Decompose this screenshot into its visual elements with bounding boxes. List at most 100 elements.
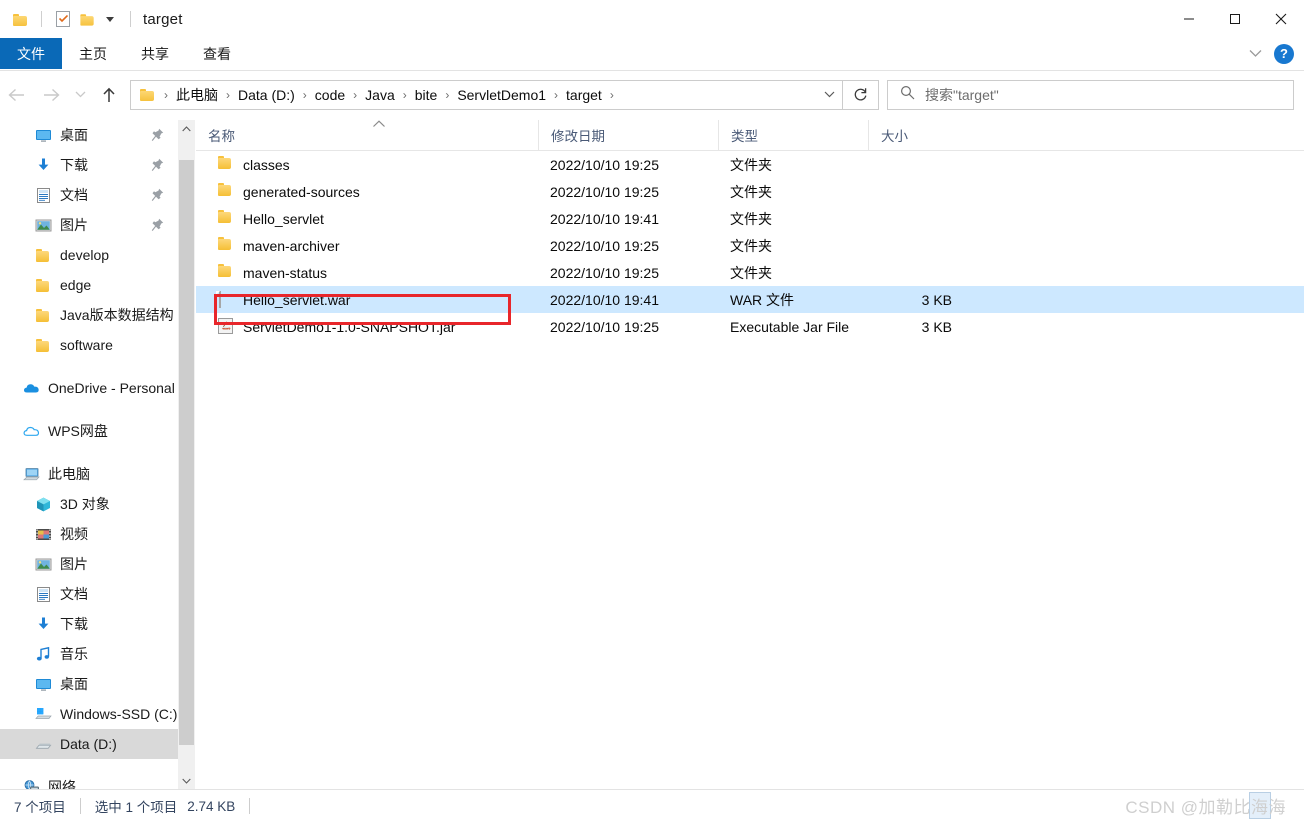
- desktop-icon: [34, 675, 52, 693]
- quick-access-toolbar: target: [0, 7, 183, 31]
- sidebar-item-onedrive-personal[interactable]: OneDrive - Personal: [0, 373, 178, 403]
- column-header-name[interactable]: 名称: [196, 120, 538, 151]
- address-dropdown-icon[interactable]: [816, 91, 842, 98]
- sidebar-item-音乐[interactable]: 音乐: [0, 639, 178, 669]
- breadcrumb-item-servletdemo1[interactable]: ServletDemo1: [453, 85, 550, 105]
- breadcrumb-separator-3[interactable]: ›: [349, 88, 361, 102]
- folder-icon[interactable]: [8, 7, 32, 31]
- title-bar: target: [0, 0, 1304, 38]
- table-row[interactable]: Hello_servlet.war 2022/10/10 19:41 WAR 文件 3…: [196, 286, 1304, 313]
- sidebar-item-此电脑[interactable]: 此电脑: [0, 459, 178, 489]
- table-row[interactable]: maven-archiver 2022/10/10 19:25 文件夹: [196, 232, 1304, 259]
- pin-icon[interactable]: [151, 128, 164, 142]
- recent-locations-chevron-icon[interactable]: [68, 78, 92, 112]
- table-row[interactable]: maven-status 2022/10/10 19:25 文件夹: [196, 259, 1304, 286]
- pin-icon[interactable]: [151, 218, 164, 232]
- sidebar-item-windows-ssd-c[interactable]: Windows-SSD (C:): [0, 699, 178, 729]
- table-row[interactable]: generated-sources 2022/10/10 19:25 文件夹: [196, 178, 1304, 205]
- sidebar-item-桌面[interactable]: 桌面: [0, 120, 178, 150]
- wps-cloud-icon: [22, 422, 40, 440]
- breadcrumb-item-java[interactable]: Java: [361, 85, 399, 105]
- pin-icon[interactable]: [151, 188, 164, 202]
- table-row[interactable]: classes 2022/10/10 19:25 文件夹: [196, 151, 1304, 178]
- breadcrumb-item-target[interactable]: target: [562, 85, 606, 105]
- breadcrumb-item-data-d[interactable]: Data (D:): [234, 85, 299, 105]
- breadcrumb-separator-6[interactable]: ›: [550, 88, 562, 102]
- tab-file[interactable]: 文件: [0, 38, 62, 69]
- breadcrumb-separator-1[interactable]: ›: [222, 88, 234, 102]
- sidebar-item-develop[interactable]: develop: [0, 240, 178, 270]
- sidebar-item-data-d[interactable]: Data (D:): [0, 729, 178, 759]
- maximize-button[interactable]: [1212, 0, 1258, 38]
- sidebar-item-网络[interactable]: 网络: [0, 772, 178, 790]
- minimize-button[interactable]: [1166, 0, 1212, 38]
- sidebar-item-edge[interactable]: edge: [0, 270, 178, 300]
- scroll-down-arrow-icon[interactable]: [178, 772, 195, 790]
- sidebar-scrollbar[interactable]: [178, 120, 195, 790]
- tab-view[interactable]: 查看: [186, 38, 248, 69]
- watermark-suffix: 海: [1268, 798, 1286, 817]
- sidebar-item-wps网盘[interactable]: WPS网盘: [0, 416, 178, 446]
- help-button[interactable]: ?: [1274, 43, 1294, 64]
- refresh-button[interactable]: [843, 79, 879, 110]
- close-button[interactable]: [1258, 0, 1304, 38]
- customize-caret-icon[interactable]: [99, 7, 121, 31]
- sidebar-item-label: 此电脑: [48, 466, 90, 482]
- new-folder-icon[interactable]: [75, 7, 99, 31]
- up-arrow-icon[interactable]: [92, 78, 126, 112]
- breadcrumb: › 此电脑 › Data (D:) › code › Java › bite ›…: [131, 83, 816, 107]
- sidebar-item-桌面[interactable]: 桌面: [0, 669, 178, 699]
- sidebar-item-下载[interactable]: 下载: [0, 150, 178, 180]
- file-name-cell[interactable]: Hello_servlet: [196, 210, 538, 228]
- sidebar-item-java版本数据结构[interactable]: Java版本数据结构: [0, 300, 178, 330]
- sidebar-item-图片[interactable]: 图片: [0, 210, 178, 240]
- address-bar[interactable]: › 此电脑 › Data (D:) › code › Java › bite ›…: [130, 79, 843, 110]
- sidebar-item-label: 桌面: [60, 676, 88, 692]
- breadcrumb-separator-4[interactable]: ›: [399, 88, 411, 102]
- breadcrumb-separator-2[interactable]: ›: [299, 88, 311, 102]
- sidebar-item-文档[interactable]: 文档: [0, 180, 178, 210]
- tab-home[interactable]: 主页: [62, 38, 124, 69]
- column-header-type[interactable]: 类型: [718, 119, 868, 151]
- file-name-cell[interactable]: generated-sources: [196, 183, 538, 201]
- breadcrumb-separator-5[interactable]: ›: [441, 88, 453, 102]
- file-name-cell[interactable]: classes: [196, 156, 538, 174]
- status-separator-2: [249, 798, 251, 814]
- folder-icon: [218, 237, 234, 255]
- tab-share[interactable]: 共享: [124, 38, 186, 69]
- back-arrow-icon[interactable]: [0, 78, 34, 112]
- sidebar-item-下载[interactable]: 下载: [0, 609, 178, 639]
- forward-arrow-icon[interactable]: [34, 78, 68, 112]
- file-name-cell[interactable]: ServletDemo1-1.0-SNAPSHOT.jar: [196, 317, 538, 336]
- chevron-down-icon[interactable]: [1242, 42, 1268, 66]
- properties-icon[interactable]: [51, 7, 75, 31]
- file-type-cell: 文件夹: [730, 210, 772, 227]
- file-date-cell: 2022/10/10 19:41: [550, 210, 659, 227]
- search-input[interactable]: 搜索"target": [887, 79, 1294, 110]
- file-name-cell[interactable]: maven-status: [196, 264, 538, 282]
- scroll-up-arrow-icon[interactable]: [178, 120, 195, 138]
- table-row[interactable]: ServletDemo1-1.0-SNAPSHOT.jar 2022/10/10 …: [196, 313, 1304, 340]
- breadcrumb-item-bite[interactable]: bite: [411, 85, 442, 105]
- pin-icon[interactable]: [151, 158, 164, 172]
- sidebar-item-3d-对象[interactable]: 3D 对象: [0, 489, 178, 519]
- column-header-date[interactable]: 修改日期: [538, 119, 718, 151]
- column-header-size[interactable]: 大小: [868, 119, 968, 151]
- sidebar-item-视频[interactable]: 视频: [0, 519, 178, 549]
- breadcrumb-item-code[interactable]: code: [311, 85, 349, 105]
- file-name-cell[interactable]: Hello_servlet.war: [196, 290, 538, 309]
- breadcrumb-separator-7[interactable]: ›: [606, 88, 618, 102]
- file-name-cell[interactable]: maven-archiver: [196, 237, 538, 255]
- table-row[interactable]: Hello_servlet 2022/10/10 19:41 文件夹: [196, 205, 1304, 232]
- window-controls: [1166, 0, 1304, 38]
- breadcrumb-separator-0: ›: [164, 87, 168, 102]
- sidebar-item-图片[interactable]: 图片: [0, 549, 178, 579]
- checkmark-icon: [59, 15, 68, 22]
- window-title: target: [143, 10, 183, 28]
- scrollbar-thumb[interactable]: [179, 160, 194, 745]
- breadcrumb-item-this-pc[interactable]: 此电脑: [172, 83, 222, 107]
- sidebar-item-software[interactable]: software: [0, 330, 178, 360]
- sidebar-item-文档[interactable]: 文档: [0, 579, 178, 609]
